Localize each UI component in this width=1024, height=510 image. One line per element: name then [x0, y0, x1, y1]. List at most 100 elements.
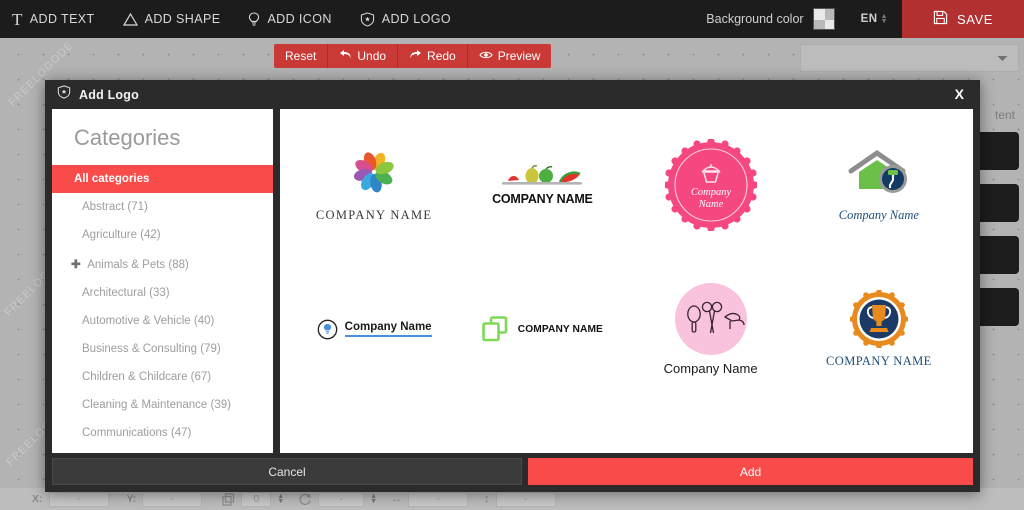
logo-item-partial[interactable]: [627, 401, 795, 453]
category-label: Communications: [82, 427, 168, 439]
add-logo-button[interactable]: ADD LOGO: [346, 0, 465, 38]
logo-text: COMPANY NAME: [315, 208, 433, 222]
category-item-abstract[interactable]: Abstract (71): [52, 193, 273, 221]
save-button[interactable]: SAVE: [902, 0, 1024, 38]
history-toolbar: Reset Undo Redo Preview: [274, 44, 552, 68]
reset-button[interactable]: Reset: [274, 44, 329, 68]
modal-header: Add Logo X: [45, 80, 980, 109]
category-count: (39): [210, 399, 231, 411]
add-logo-label: ADD LOGO: [381, 12, 451, 26]
right-panel-select[interactable]: [800, 44, 1019, 72]
width-input[interactable]: -: [408, 491, 469, 507]
category-count: (33): [149, 287, 170, 299]
logo-item-frames[interactable]: COMPANY NAME: [458, 257, 626, 401]
redo-arrow-icon: [409, 49, 422, 63]
category-item-business-consulting[interactable]: Business & Consulting (79): [52, 335, 273, 363]
height-arrow-icon: ↕: [484, 493, 490, 505]
categories-list: All categories Abstract (71) Agriculture…: [52, 165, 273, 447]
height-input[interactable]: -: [495, 491, 556, 507]
logo-text: Company: [691, 187, 732, 198]
logo-results-panel[interactable]: COMPANY NAME COMPANY NAME Company Name C…: [280, 109, 973, 453]
x-input[interactable]: -: [48, 491, 109, 507]
category-label: Business & Consulting: [82, 343, 198, 355]
chevron-updown-icon: ▲ ▼: [880, 13, 888, 25]
logo-item-produce[interactable]: COMPANY NAME: [458, 113, 626, 257]
duplicate-icon[interactable]: [222, 492, 235, 506]
expand-plus-icon[interactable]: ✚: [71, 259, 81, 271]
undo-button[interactable]: Undo: [328, 44, 399, 68]
save-label: SAVE: [956, 11, 994, 27]
add-text-button[interactable]: T ADD TEXT: [0, 0, 109, 38]
category-item-architectural[interactable]: Architectural (33): [52, 279, 273, 307]
add-icon-button[interactable]: ADD ICON: [234, 0, 345, 38]
copies-input[interactable]: 0: [241, 491, 272, 507]
underline-accent: [344, 335, 432, 338]
top-toolbar: T ADD TEXT ADD SHAPE ADD ICON ADD LOGO B…: [0, 0, 1024, 38]
logo-item-partial[interactable]: [290, 401, 458, 453]
category-label: All categories: [74, 173, 150, 185]
logo-item-salon[interactable]: Company Name: [627, 257, 795, 401]
language-label: EN: [860, 13, 878, 25]
copies-stepper[interactable]: ▲ ▼: [277, 493, 284, 505]
cancel-button[interactable]: Cancel: [52, 458, 522, 485]
category-label: Abstract: [82, 201, 125, 213]
background-color-control[interactable]: Background color: [706, 8, 838, 30]
logo-item-trophy[interactable]: COMPANY NAME: [795, 257, 963, 401]
modal-footer: Cancel Add: [45, 453, 980, 492]
logo-item-partial[interactable]: [795, 401, 963, 453]
x-label: X:: [32, 493, 43, 505]
category-item-all-categories[interactable]: All categories: [52, 165, 273, 193]
category-item-automotive-vehicle[interactable]: Automotive & Vehicle (40): [52, 307, 273, 335]
category-label: Agriculture: [82, 229, 137, 241]
logo-item-cupcake[interactable]: Company Name: [627, 113, 795, 257]
y-input[interactable]: -: [142, 491, 203, 507]
y-label: Y:: [126, 493, 137, 505]
reset-label: Reset: [285, 49, 317, 63]
shield-icon: [57, 85, 71, 104]
lightbulb-circle-icon: [317, 319, 337, 339]
rotate-input[interactable]: -: [318, 491, 365, 507]
logo-item-partial[interactable]: [458, 401, 626, 453]
logo-text: Company Name: [838, 208, 919, 222]
logo-text: COMPANY NAME: [517, 323, 603, 335]
logo-text: Company Name: [344, 320, 432, 333]
house-paint-roller-icon: [848, 149, 907, 193]
add-button[interactable]: Add: [528, 458, 973, 485]
categories-panel: Categories All categories Abstract (71) …: [52, 109, 273, 453]
add-text-label: ADD TEXT: [29, 12, 95, 26]
cupcake-badge-icon: Company Name: [664, 139, 757, 231]
salon-tools-icon: [674, 282, 747, 355]
category-count: (79): [200, 343, 221, 355]
logo-text-line1: COMPANY NAME: [492, 191, 593, 206]
pinwheel-icon: [354, 152, 394, 193]
triangle-icon: [122, 12, 138, 26]
logo-item-pinwheel[interactable]: COMPANY NAME: [290, 113, 458, 257]
redo-button[interactable]: Redo: [398, 44, 468, 68]
rotate-stepper[interactable]: ▲ ▼: [370, 493, 377, 505]
category-label: Automotive & Vehicle: [82, 315, 191, 327]
category-count: (71): [127, 201, 148, 213]
photo-frames-icon: [481, 316, 508, 342]
category-item-communications[interactable]: Communications (47): [52, 419, 273, 447]
category-item-agriculture[interactable]: Agriculture (42): [52, 221, 273, 249]
logo-item-lightbulb[interactable]: Company Name: [290, 257, 458, 401]
logo-text: COMPANY NAME: [826, 353, 932, 368]
rotate-icon[interactable]: [298, 493, 312, 506]
logo-grid: COMPANY NAME COMPANY NAME Company Name C…: [280, 109, 973, 453]
preview-button[interactable]: Preview: [467, 44, 552, 68]
language-selector[interactable]: EN ▲ ▼: [861, 13, 888, 25]
category-item-animals-pets[interactable]: ✚ Animals & Pets (88): [52, 249, 273, 279]
background-color-swatch[interactable]: [812, 8, 835, 30]
undo-arrow-icon: [339, 49, 352, 63]
add-shape-label: ADD SHAPE: [144, 12, 221, 26]
floppy-disk-icon: [933, 10, 948, 28]
logo-item-house-roller[interactable]: Company Name: [795, 113, 963, 257]
category-item-cleaning-maintenance[interactable]: Cleaning & Maintenance (39): [52, 391, 273, 419]
add-shape-button[interactable]: ADD SHAPE: [109, 0, 235, 38]
close-icon[interactable]: X: [939, 80, 980, 109]
fruit-platter-icon: [502, 164, 583, 185]
logo-text: Name: [697, 199, 723, 210]
category-label: Cleaning & Maintenance: [82, 399, 208, 411]
category-item-children-childcare[interactable]: Children & Childcare (67): [52, 363, 273, 391]
category-count: (67): [190, 371, 212, 383]
